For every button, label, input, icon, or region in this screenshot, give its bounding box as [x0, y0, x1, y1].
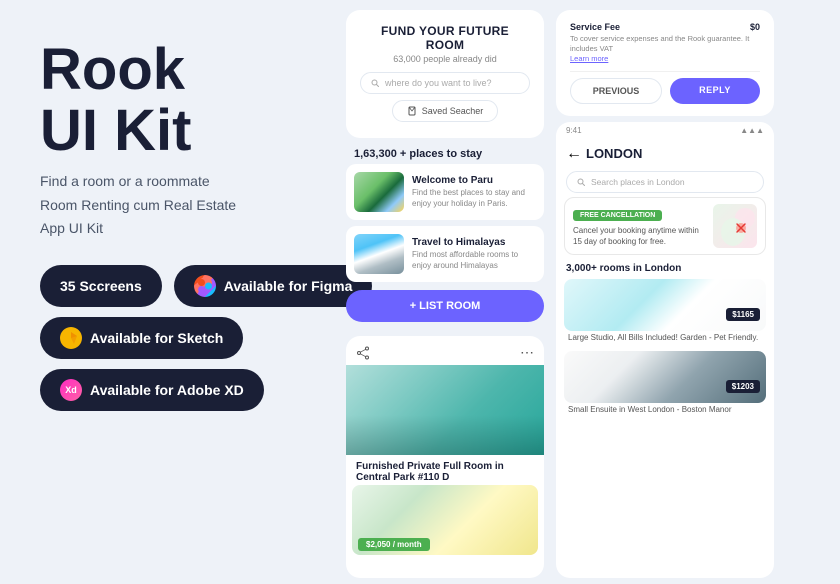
reply-button[interactable]: REPLY [670, 78, 760, 104]
learn-more-link[interactable]: Learn more [570, 54, 750, 63]
payment-service-row: Service Fee To cover service expenses an… [570, 22, 760, 63]
xd-icon: Xd [60, 379, 82, 401]
status-time: 9:41 [566, 126, 582, 135]
london-header: ← LONDON [556, 137, 774, 167]
share-icon[interactable] [356, 346, 370, 360]
cancel-illustration [713, 204, 757, 248]
rooms-count: 3,000+ rooms in London [556, 259, 774, 276]
listing-main-image [346, 365, 544, 455]
screens-label: 35 Sccreens [60, 278, 142, 294]
badge-row-top: 35 Sccreens Available for Figma [40, 265, 310, 307]
middle-panel: FUND YOUR FUTURE ROOM 63,000 people alre… [340, 0, 550, 584]
signal-icons: ▲▲▲ [740, 126, 764, 135]
price-tag: $2,050 / month [358, 538, 430, 551]
paris-desc: Find the best places to stay and enjoy y… [412, 188, 536, 209]
room1-price: $1165 [726, 308, 760, 321]
payment-actions: PREVIOUS REPLY [570, 78, 760, 104]
service-fee-desc: To cover service expenses and the Rook g… [570, 34, 750, 54]
left-panel: Rook UI Kit Find a room or a roommate Ro… [0, 0, 340, 584]
room1-name: Large Studio, All Bills Included! Garden… [564, 331, 766, 345]
paris-image [354, 172, 404, 212]
paris-name: Welcome to Paru [412, 175, 536, 186]
list-room-label: + LIST ROOM [410, 300, 481, 312]
title-block: Rook UI Kit Find a room or a roommate Ro… [40, 40, 310, 241]
room2-price: $1203 [726, 380, 760, 393]
title-line1: Rook [40, 37, 185, 102]
london-search-bar[interactable]: Search places in London [566, 171, 764, 193]
room2-name: Small Ensuite in West London - Boston Ma… [564, 403, 766, 417]
london-search-icon [577, 178, 585, 186]
saved-searches-btn[interactable]: Saved Seacher [392, 100, 499, 122]
screens-badge: 35 Sccreens [40, 265, 162, 307]
room1-image [564, 279, 766, 331]
status-bar: 9:41 ▲▲▲ [556, 122, 774, 137]
subtitle: Find a room or a roommate Room Renting c… [40, 170, 310, 241]
listing-title: Furnished Private Full Room in Central P… [346, 455, 544, 485]
divider [570, 71, 760, 72]
places-count: 1,63,300 + places to stay [340, 144, 550, 164]
xd-badge[interactable]: Xd Available for Adobe XD [40, 369, 264, 411]
location-search[interactable]: where do you want to live? [360, 72, 530, 94]
figma-label: Available for Figma [224, 278, 353, 294]
fund-room-card: FUND YOUR FUTURE ROOM 63,000 people alre… [346, 10, 544, 138]
xd-label: Available for Adobe XD [90, 382, 244, 398]
listing-card: ⋯ Furnished Private Full Room in Central… [346, 336, 544, 578]
service-fee-label: Service Fee [570, 22, 750, 32]
cancel-description: Cancel your booking anytime within 15 da… [573, 225, 705, 247]
cancel-svg [713, 204, 757, 248]
badges-section: 35 Sccreens Available for Figma [40, 265, 310, 411]
room-card-1[interactable]: $1165 Large Studio, All Bills Included! … [564, 279, 766, 345]
title-line2: UI Kit [40, 98, 191, 163]
room-card-2[interactable]: $1203 Small Ensuite in West London - Bos… [564, 351, 766, 417]
sketch-icon [60, 327, 82, 349]
london-title: LONDON [586, 146, 642, 161]
free-cancel-badge: FREE CANCELLATION [573, 210, 662, 221]
previous-button[interactable]: PREVIOUS [570, 78, 662, 104]
himalaya-desc: Find most affordable rooms to enjoy arou… [412, 250, 536, 271]
more-options-icon[interactable]: ⋯ [520, 344, 534, 361]
room2-image [564, 351, 766, 403]
himalaya-image [354, 234, 404, 274]
sketch-badge[interactable]: Available for Sketch [40, 317, 243, 359]
free-cancellation-card: FREE CANCELLATION Cancel your booking an… [564, 197, 766, 255]
right-panel: Service Fee To cover service expenses an… [550, 0, 780, 584]
payment-card: Service Fee To cover service expenses an… [556, 10, 774, 116]
london-panel: 9:41 ▲▲▲ ← LONDON Search places in Londo… [556, 122, 774, 579]
fund-title: FUND YOUR FUTURE ROOM [360, 24, 530, 52]
paris-card[interactable]: Welcome to Paru Find the best places to … [346, 164, 544, 220]
himalaya-card[interactable]: Travel to Himalayas Find most affordable… [346, 226, 544, 282]
sketch-label: Available for Sketch [90, 330, 223, 346]
search-icon [371, 79, 379, 87]
service-fee-value: $0 [750, 22, 760, 32]
list-room-button[interactable]: + LIST ROOM [346, 290, 544, 322]
bookmark-icon [407, 106, 417, 116]
figma-icon [194, 275, 216, 297]
fund-subtitle: 63,000 people already did [360, 54, 530, 64]
listing-secondary-image: $2,050 / month [352, 485, 538, 555]
listing-header: ⋯ [346, 336, 544, 365]
london-search-placeholder: Search places in London [591, 177, 685, 187]
location-placeholder: where do you want to live? [385, 78, 492, 88]
place-cards: Welcome to Paru Find the best places to … [340, 164, 550, 282]
himalaya-name: Travel to Himalayas [412, 237, 536, 248]
back-icon[interactable]: ← [566, 145, 582, 163]
